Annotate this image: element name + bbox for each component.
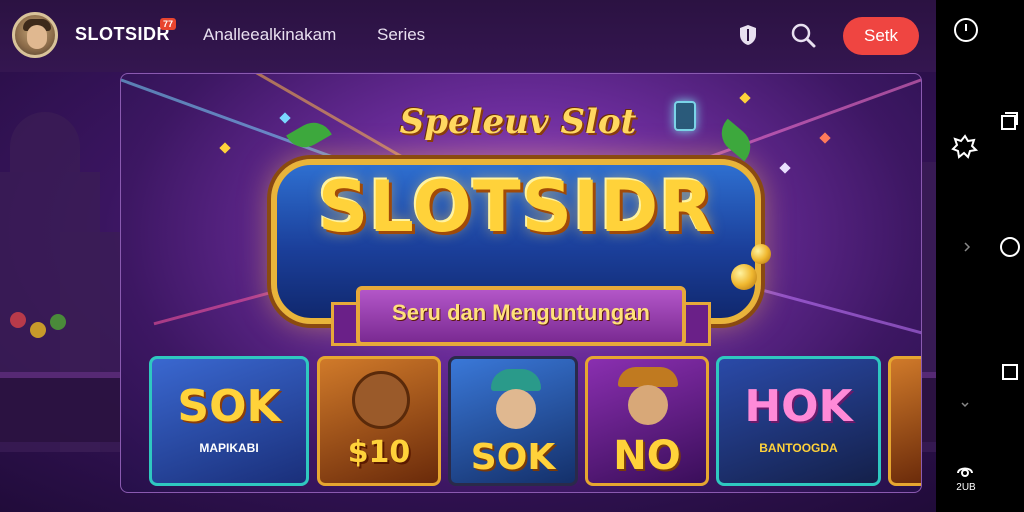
game-tile[interactable]: SOK [448,356,578,486]
system-caption: 2UB [956,482,976,493]
tile-title: $10 [347,435,411,470]
sparkle [779,162,791,174]
bg-fruit [10,312,26,328]
cta-button[interactable]: Setk [843,17,919,55]
avatar[interactable] [12,12,58,58]
settings-gear-icon[interactable] [950,132,980,162]
game-tile[interactable]: NO [585,356,709,486]
game-tile-partial[interactable] [888,356,921,486]
coin-icon [731,264,757,290]
tile-creature-art [352,371,410,429]
brand-logo-text[interactable]: SLOTSIDR [75,24,170,45]
tile-face-art [628,385,668,425]
back-square-icon[interactable] [999,361,1021,383]
brand-badge: 77 [160,18,177,30]
game-tile[interactable]: HOK BANTOOGDA [716,356,881,486]
recent-apps-icon[interactable] [998,110,1020,132]
tile-title: SOK [177,381,281,432]
game-tile[interactable]: $10 [317,356,441,486]
chevron-down-icon[interactable] [958,398,972,412]
sparkle [739,92,751,104]
sparkle [819,132,831,144]
system-navigation-bar [936,0,1024,512]
sparkle [279,112,291,124]
game-tile[interactable]: SOK MAPIKABI [149,356,309,486]
tile-hat-art [618,367,678,387]
chevron-right-icon[interactable] [960,240,974,254]
tile-face-art [496,389,536,429]
power-icon[interactable] [952,16,980,44]
nav-link-analleealkinakam[interactable]: Analleealkinakam [203,25,336,45]
banner-subtitle: Seru dan Menguntungan [392,300,650,325]
coin-icon [751,244,771,264]
home-circle-icon[interactable] [998,235,1022,259]
search-icon[interactable] [788,20,818,50]
nav-link-series[interactable]: Series [377,25,425,45]
tile-title: HOK [744,381,853,432]
banner-title: SLOTSIDR [317,166,715,248]
tile-title: NO [613,433,681,479]
avatar-face [27,25,47,49]
tile-title: SOK [470,437,556,478]
bg-fruit [50,314,66,330]
tile-subtitle: MAPIKABI [199,441,259,455]
bg-fruit [30,322,46,338]
sparkle [219,142,231,154]
hero-banner[interactable]: Speleuv Slot SLOTSIDR Seru dan Menguntun… [120,73,922,493]
shield-icon[interactable] [733,20,763,50]
banner-tagline: Speleuv Slot [399,102,637,142]
bg-dome-building [10,112,80,172]
accessibility-icon[interactable] [952,458,978,484]
tile-cap-art [491,369,541,391]
top-navigation-bar: SLOTSIDR 77 Analleealkinakam Series Setk [0,0,936,72]
tile-subtitle: BANTOOGDA [759,441,838,455]
bg-market-stall [0,372,120,442]
